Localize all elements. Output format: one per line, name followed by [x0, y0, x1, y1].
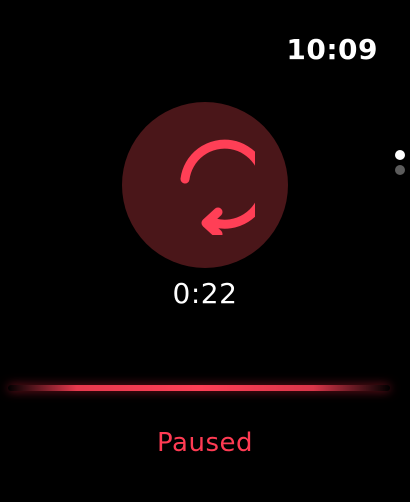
resume-arrow-icon [155, 135, 255, 235]
page-dot-2 [395, 165, 405, 175]
status-time: 10:09 [286, 33, 378, 66]
waveform-line [8, 385, 390, 391]
page-dot-1 [395, 150, 405, 160]
resume-button[interactable] [122, 102, 288, 268]
page-indicator [394, 150, 406, 175]
recording-status: Paused [157, 428, 253, 458]
elapsed-time: 0:22 [172, 277, 238, 310]
